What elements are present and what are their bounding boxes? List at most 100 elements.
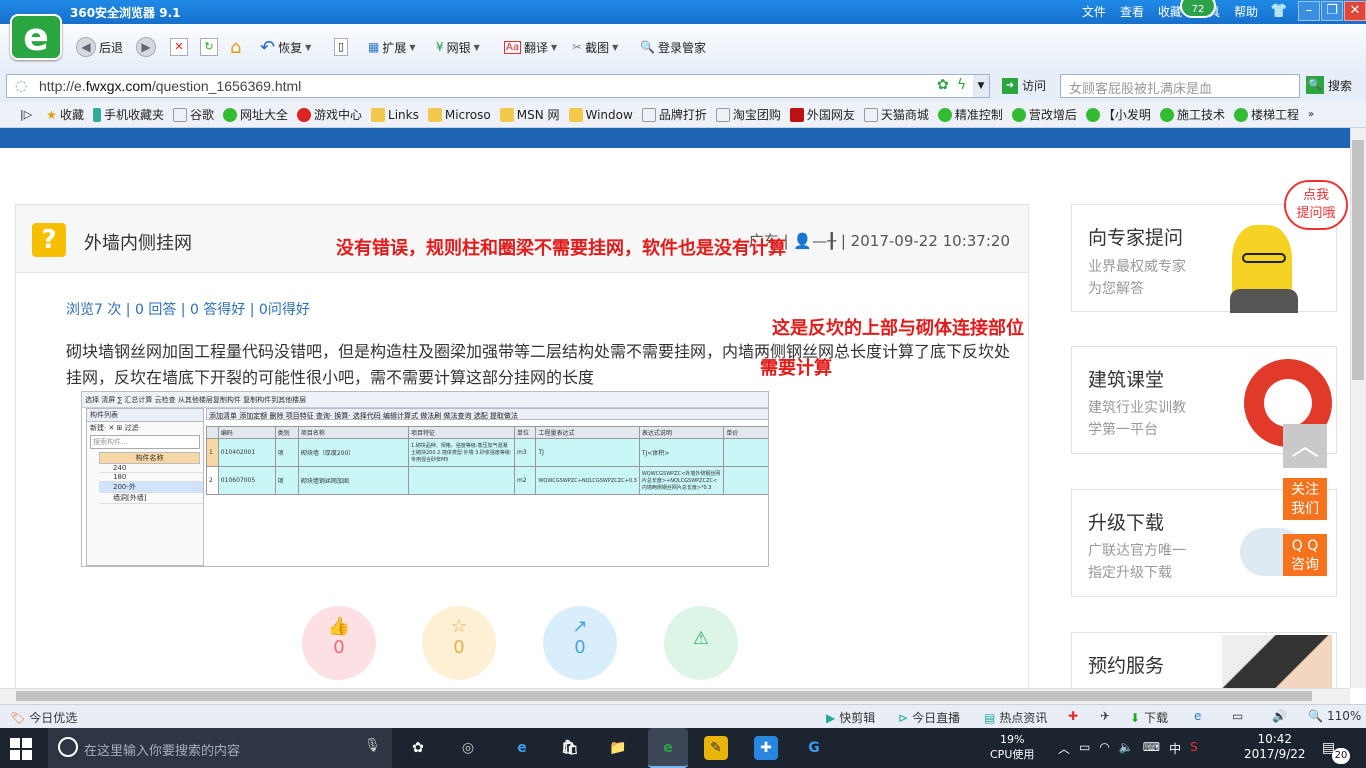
stop-button[interactable]: ✕ [170, 36, 188, 58]
ie-button[interactable]: e [1194, 709, 1201, 723]
fav-item[interactable]: 谷歌 [172, 106, 214, 123]
glodon-icon[interactable]: G [802, 736, 826, 760]
qq-consult-button[interactable]: Q Q 咨询 [1283, 534, 1327, 576]
network-icon[interactable]: ◠ [1099, 740, 1109, 757]
menu-favorites[interactable]: 收藏 [1158, 3, 1182, 20]
fav-item[interactable]: 精准控制 [937, 106, 1003, 123]
window-button[interactable]: ▭ [1232, 709, 1243, 723]
extend-button[interactable]: ▦ 扩展 ▼ [368, 36, 416, 58]
volume-icon[interactable]: 🔈 [1119, 740, 1134, 757]
clock[interactable]: 10:42 2017/9/22 [1244, 732, 1306, 762]
fav-item[interactable]: 游戏中心 [297, 106, 362, 123]
quick-clip[interactable]: ▶ 快剪辑 [826, 709, 875, 726]
search-input[interactable]: 女顾客屁股被扎满床是血 [1060, 74, 1300, 98]
close-button[interactable]: ✕ [1344, 1, 1366, 21]
live-stream[interactable]: ⊳ 今日直播 [898, 709, 960, 726]
fav-item[interactable]: 网址大全 [222, 106, 288, 123]
glasses-icon [1242, 253, 1286, 263]
notification-badge[interactable]: 72 [1180, 0, 1216, 18]
fav-item[interactable]: 天猫商城 [863, 106, 929, 123]
fav-item[interactable]: Window [568, 107, 633, 122]
back-to-top-button[interactable]: ︿ [1283, 424, 1327, 468]
chevron-up-icon[interactable]: ︿ [1058, 740, 1070, 757]
horizontal-scroll-thumb[interactable] [16, 691, 1312, 701]
zoom-control[interactable]: 🔍 110% [1308, 709, 1361, 723]
file-explorer-icon[interactable]: 📁 [606, 736, 630, 760]
address-bar[interactable]: ◌ http://e.fwxgx.com/question_1656369.ht… [6, 74, 990, 98]
today-picks[interactable]: 🏷 今日优选 [10, 709, 77, 726]
vertical-scroll-thumb[interactable] [1352, 140, 1364, 380]
volume-button[interactable]: 🔊 [1272, 709, 1287, 723]
search-icon: 🔍 [1306, 76, 1324, 94]
screenshot-button[interactable]: ✂ 截图 ▼ [572, 36, 618, 58]
ask-bubble[interactable]: 点我 提问哦 [1284, 180, 1348, 230]
menu-help[interactable]: 帮助 [1234, 3, 1258, 20]
fav-item[interactable]: 施工技术 [1159, 106, 1225, 123]
notes-app-icon[interactable]: ✎ [704, 736, 728, 760]
fav-item[interactable]: MSN 网 [499, 106, 560, 123]
booking-card[interactable]: 预约服务 [1071, 632, 1337, 688]
sidebar-toggle-icon[interactable]: |▷ [20, 108, 32, 121]
hot-news[interactable]: ▤ 热点资讯 [984, 709, 1047, 726]
warning-icon: ⚠ [692, 628, 710, 649]
store-icon[interactable]: 🛍 [558, 736, 582, 760]
browser-swirl-icon[interactable]: ◎ [456, 736, 480, 760]
edge-icon[interactable]: e [510, 736, 534, 760]
skin-icon[interactable]: 👕 [1270, 3, 1287, 19]
keyboard-icon[interactable]: ⌨ [1143, 740, 1160, 757]
sogou-icon[interactable]: S [1190, 740, 1198, 757]
menu-file[interactable]: 文件 [1082, 3, 1106, 20]
favorite-button[interactable]: ☆ 0 [422, 606, 496, 680]
minimize-button[interactable]: – [1298, 1, 1320, 21]
menu-bar: 文件 查看 收藏 工具 帮助 [1082, 3, 1258, 20]
fav-item[interactable]: 手机收藏夹 [92, 106, 164, 123]
back-button[interactable]: ◀ 后退 [76, 36, 123, 58]
download-button[interactable]: ⬇ 下载 [1130, 709, 1168, 726]
share-button[interactable]: ↗ 0 [543, 606, 617, 680]
question-meta: 广东 | 👤—╂ | 2017-09-22 10:37:20 [748, 232, 1010, 250]
fav-item[interactable]: 淘宝团购 [715, 106, 781, 123]
fav-item[interactable]: 营改增后 [1011, 106, 1077, 123]
back-icon: ◀ [76, 37, 96, 57]
visit-button[interactable]: ➜ 访问 [1002, 77, 1046, 94]
bank-button[interactable]: ¥ 网银 ▼ [436, 36, 480, 58]
fav-item[interactable]: ★ 收藏 [46, 106, 84, 123]
fav-item[interactable]: 外国网友 [789, 106, 855, 123]
fav-item[interactable]: 【小发明 [1085, 106, 1151, 123]
browser-logo[interactable]: e [10, 14, 62, 60]
cpu-usage[interactable]: 19% CPU使用 [990, 732, 1034, 762]
restore-button[interactable]: ↶ 恢复 ▼ [260, 36, 311, 58]
system-tray: ︿ ▭ ◠ 🔈 ⌨ 中 S [1058, 740, 1198, 757]
address-dropdown-icon[interactable]: ▼ [973, 75, 989, 97]
fav-item[interactable]: 楼梯工程 [1233, 106, 1299, 123]
menu-view[interactable]: 查看 [1120, 3, 1144, 20]
task-view-icon[interactable]: ✿ [406, 736, 430, 760]
refresh-button[interactable]: ↻ [200, 36, 218, 58]
lightning-icon[interactable]: ϟ [957, 77, 966, 93]
login-manager-button[interactable]: 🔍 登录管家 [640, 36, 706, 58]
maximize-button[interactable]: ❐ [1321, 1, 1343, 21]
forward-button[interactable]: ▶ [136, 36, 156, 58]
app-plus-icon[interactable]: ✚ [754, 736, 778, 760]
search-button[interactable]: 🔍 搜索 [1306, 76, 1352, 94]
home-button[interactable]: ⌂ [230, 36, 241, 58]
fav-item[interactable]: Microso [427, 107, 491, 122]
microphone-icon[interactable]: 🎙 [364, 738, 381, 753]
battery-icon[interactable]: ▭ [1079, 740, 1090, 757]
translate-button[interactable]: Aa 翻译 ▼ [504, 36, 557, 58]
ime-indicator[interactable]: 中 [1169, 740, 1181, 757]
mobile-button[interactable]: ▯ [334, 36, 348, 58]
follow-us-button[interactable]: 关注 我们 [1283, 478, 1327, 520]
windows-start-icon[interactable] [10, 738, 32, 760]
report-button[interactable]: ⚠ [664, 606, 738, 680]
url-text[interactable]: http://e.fwxgx.com/question_1656369.html [39, 78, 301, 94]
shield-button[interactable]: ✚ [1068, 709, 1078, 723]
like-button[interactable]: 👍 0 [302, 606, 376, 680]
taskbar-search[interactable]: 在这里输入你要搜索的内容 🎙 [48, 728, 392, 768]
fav-item[interactable]: 品牌打折 [641, 106, 707, 123]
user-name[interactable]: —╂ [812, 232, 836, 250]
chevron-right-icon[interactable]: » [1308, 109, 1314, 120]
tools-button[interactable]: ✈ [1100, 709, 1110, 723]
browser-360-icon[interactable]: e [648, 728, 688, 768]
fav-item[interactable]: Links [371, 107, 419, 122]
